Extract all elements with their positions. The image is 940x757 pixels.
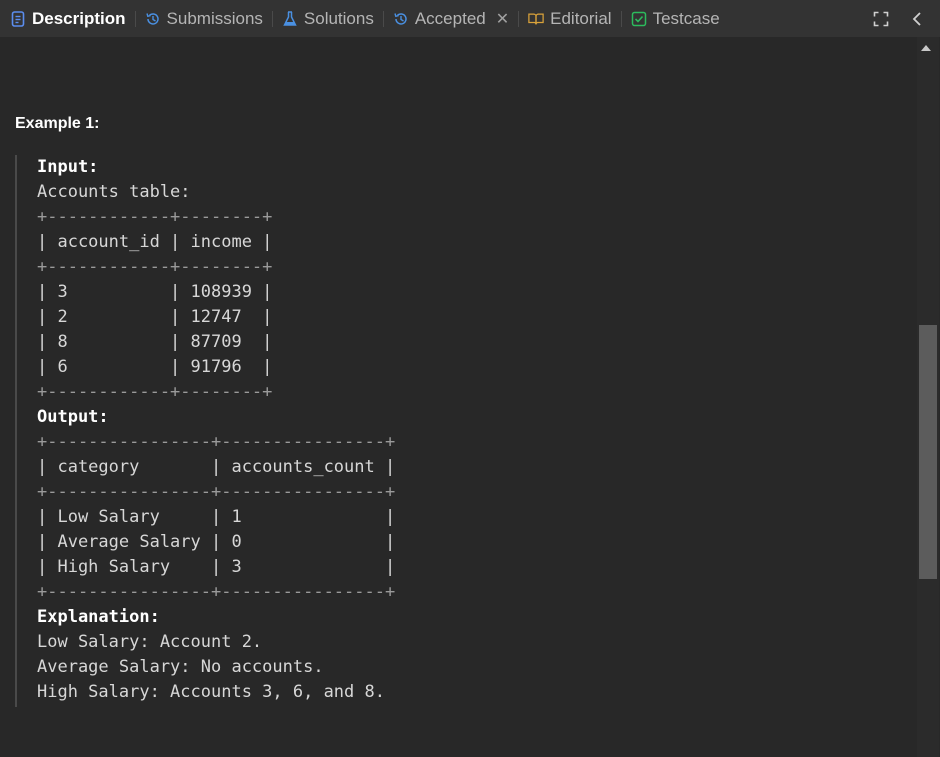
code-line: | 8 | 87709 | bbox=[37, 332, 273, 352]
book-icon bbox=[528, 11, 544, 27]
code-line: | category | accounts_count | bbox=[37, 457, 396, 477]
code-line: High Salary: Accounts 3, 6, and 8. bbox=[37, 682, 385, 702]
code-line: Average Salary: No accounts. bbox=[37, 657, 324, 677]
chevron-left-icon[interactable] bbox=[908, 10, 926, 28]
code-line: | 6 | 91796 | bbox=[37, 357, 273, 377]
scroll-thumb[interactable] bbox=[919, 325, 937, 579]
tab-divider bbox=[134, 10, 136, 27]
document-icon bbox=[10, 10, 26, 27]
example-block: Input: Accounts table: +------------+-----… bbox=[15, 155, 617, 707]
code-line: | 3 | 108939 | bbox=[37, 282, 273, 302]
tab-divider bbox=[620, 10, 622, 27]
check-box-icon bbox=[631, 11, 647, 27]
scroll-up-icon[interactable] bbox=[921, 45, 931, 51]
code-line: | Low Salary | 1 | bbox=[37, 507, 396, 527]
code-line: | account_id | income | bbox=[37, 232, 273, 252]
tab-label: Submissions bbox=[166, 8, 263, 28]
section-heading: Explanation: bbox=[37, 607, 160, 627]
table-border-line: +----------------+----------------+ bbox=[37, 432, 396, 452]
tab-accepted[interactable]: Accepted ✕ bbox=[393, 0, 509, 37]
tab-label: Description bbox=[32, 8, 126, 28]
app-window: Description Submissions Solutions Accept… bbox=[0, 0, 940, 757]
tab-editorial[interactable]: Editorial bbox=[528, 0, 612, 37]
code-line: | High Salary | 3 | bbox=[37, 557, 396, 577]
code-line: | Average Salary | 0 | bbox=[37, 532, 396, 552]
scroll-track[interactable] bbox=[917, 37, 939, 757]
section-heading: Input: bbox=[37, 157, 99, 177]
code-line: Low Salary: Account 2. bbox=[37, 632, 263, 652]
example-title: Example 1: bbox=[15, 115, 100, 132]
table-border-line: +------------+--------+ bbox=[37, 257, 273, 277]
tab-solutions[interactable]: Solutions bbox=[282, 0, 374, 37]
toolbar-right bbox=[872, 0, 926, 37]
expand-icon[interactable] bbox=[872, 10, 890, 28]
code-line: Accounts table: bbox=[37, 182, 191, 202]
tab-bar: Description Submissions Solutions Accept… bbox=[0, 0, 940, 37]
section-heading: Output: bbox=[37, 407, 109, 427]
history-icon bbox=[145, 11, 161, 27]
tab-divider bbox=[271, 10, 273, 27]
vertical-scrollbar[interactable] bbox=[916, 37, 940, 757]
tab-submissions[interactable]: Submissions bbox=[145, 0, 263, 37]
flask-icon bbox=[282, 10, 298, 27]
tab-testcase[interactable]: Testcase bbox=[631, 0, 720, 37]
tab-label: Accepted bbox=[414, 8, 486, 28]
tab-description[interactable]: Description bbox=[10, 0, 126, 37]
tab-label: Editorial bbox=[550, 8, 612, 28]
table-border-line: +----------------+----------------+ bbox=[37, 582, 396, 602]
tab-label: Testcase bbox=[652, 8, 720, 28]
tab-divider bbox=[382, 10, 384, 27]
table-border-line: +----------------+----------------+ bbox=[37, 482, 396, 502]
table-border-line: +------------+--------+ bbox=[37, 207, 273, 227]
code-line: | 2 | 12747 | bbox=[37, 307, 273, 327]
description-content: Example 1: Input: Accounts table: +-------… bbox=[0, 37, 916, 757]
example-code: Input: Accounts table: +------------+-----… bbox=[37, 155, 395, 705]
history-icon bbox=[393, 11, 409, 27]
table-border-line: +------------+--------+ bbox=[37, 382, 273, 402]
close-icon[interactable]: ✕ bbox=[496, 9, 509, 29]
tab-divider bbox=[518, 10, 520, 27]
tab-label: Solutions bbox=[303, 8, 374, 28]
